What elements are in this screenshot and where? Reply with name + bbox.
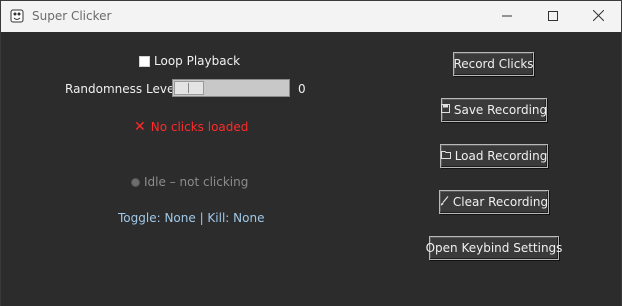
folder-icon [440, 150, 451, 162]
app-window: Super Clicker Loop Playback Randomness L… [0, 0, 622, 306]
x-icon: ✕ [134, 119, 146, 135]
clear-recording-button[interactable]: Clear Recording [439, 190, 549, 214]
loop-playback-checkbox[interactable]: Loop Playback [139, 54, 240, 68]
minimize-button[interactable] [484, 1, 530, 32]
slider-handle[interactable] [174, 81, 204, 95]
floppy-disk-icon [440, 104, 450, 116]
record-clicks-label: Record Clicks [453, 57, 534, 71]
hotkeys-status: Toggle: None | Kill: None [118, 211, 265, 225]
minimize-icon [502, 10, 512, 24]
maximize-icon [548, 10, 558, 24]
status-dot-icon [131, 177, 140, 187]
checkbox-box[interactable] [139, 55, 150, 67]
main-content: Loop Playback Randomness Level: 0 ✕ No c… [1, 32, 621, 306]
load-recording-label: Load Recording [454, 149, 548, 163]
clear-recording-label: Clear Recording [452, 195, 549, 209]
idle-status-text: Idle – not clicking [144, 175, 249, 189]
maximize-button[interactable] [530, 1, 576, 32]
clicks-status: ✕ No clicks loaded [134, 120, 248, 134]
open-keybind-settings-label: Open Keybind Settings [425, 241, 563, 255]
brush-icon [440, 195, 449, 209]
app-icon [10, 9, 24, 23]
close-button[interactable] [575, 1, 621, 32]
window-title: Super Clicker [32, 9, 112, 23]
record-clicks-button[interactable]: Record Clicks [453, 52, 534, 76]
loop-playback-label: Loop Playback [154, 54, 241, 68]
randomness-slider[interactable] [172, 79, 290, 97]
close-icon [592, 9, 604, 24]
save-recording-label: Save Recording [453, 103, 548, 117]
title-bar[interactable]: Super Clicker [1, 1, 621, 32]
open-keybind-settings-button[interactable]: Open Keybind Settings [426, 236, 562, 260]
clicks-status-text: No clicks loaded [150, 120, 249, 134]
load-recording-button[interactable]: Load Recording [440, 144, 548, 168]
randomness-label: Randomness Level: [65, 82, 182, 96]
idle-status: Idle – not clicking [131, 175, 248, 189]
randomness-value: 0 [298, 82, 306, 96]
save-recording-button[interactable]: Save Recording [440, 98, 548, 122]
